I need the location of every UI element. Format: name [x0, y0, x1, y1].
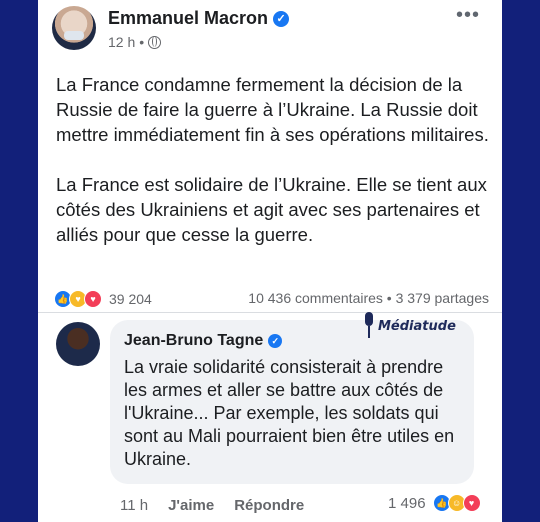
- comment-text: La vraie solidarité consisterait à prend…: [124, 357, 455, 469]
- comment-author-name[interactable]: Jean-Bruno Tagne: [124, 332, 263, 350]
- comment-bubble: Jean-Bruno Tagne ✓ La vraie solidarité c…: [110, 320, 474, 484]
- commenter-avatar[interactable]: [56, 322, 100, 366]
- author-avatar[interactable]: [52, 6, 96, 50]
- comment-reactions[interactable]: 1 496 👍 ☺ ♥: [388, 494, 481, 512]
- post-body: La France condamne fermement la décision…: [56, 72, 496, 272]
- post-author[interactable]: Emmanuel Macron ✓: [108, 8, 290, 29]
- microphone-icon: [364, 312, 374, 340]
- meta-separator: •: [139, 34, 145, 50]
- love-reaction-icon: ♥: [84, 290, 102, 308]
- comment-reply-button[interactable]: Répondre: [234, 497, 304, 514]
- post-author-name[interactable]: Emmanuel Macron: [108, 8, 268, 29]
- comment-time[interactable]: 11 h: [120, 497, 148, 514]
- verified-badge-icon: ✓: [273, 10, 290, 27]
- watermark-text: Médiatude: [378, 318, 456, 334]
- post-reaction-count: 39 204: [109, 291, 152, 307]
- comment-like-button[interactable]: J'aime: [168, 497, 214, 514]
- post-paragraph: La France condamne fermement la décision…: [56, 74, 489, 145]
- screenshot-frame: Emmanuel Macron ✓ 12 h • ••• La France c…: [38, 0, 502, 522]
- post-comments-shares[interactable]: 10 436 commentaires • 3 379 partages: [248, 290, 489, 306]
- post-time[interactable]: 12 h: [108, 34, 135, 50]
- more-options-icon[interactable]: •••: [456, 4, 480, 27]
- verified-badge-icon: ✓: [268, 334, 283, 348]
- watermark: Médiatude: [364, 312, 456, 340]
- comment-reaction-count: 1 496: [388, 494, 426, 512]
- comment-actions: 11 h J'aime Répondre: [120, 497, 304, 514]
- globe-icon: [148, 35, 162, 49]
- love-reaction-icon: ♥: [462, 494, 481, 512]
- comment-author[interactable]: Jean-Bruno Tagne ✓: [124, 332, 283, 350]
- post-paragraph: La France est solidaire de l’Ukraine. El…: [56, 174, 487, 245]
- post-meta: 12 h •: [108, 34, 162, 50]
- post-reactions[interactable]: 👍 ♥ ♥ 39 204: [54, 290, 152, 308]
